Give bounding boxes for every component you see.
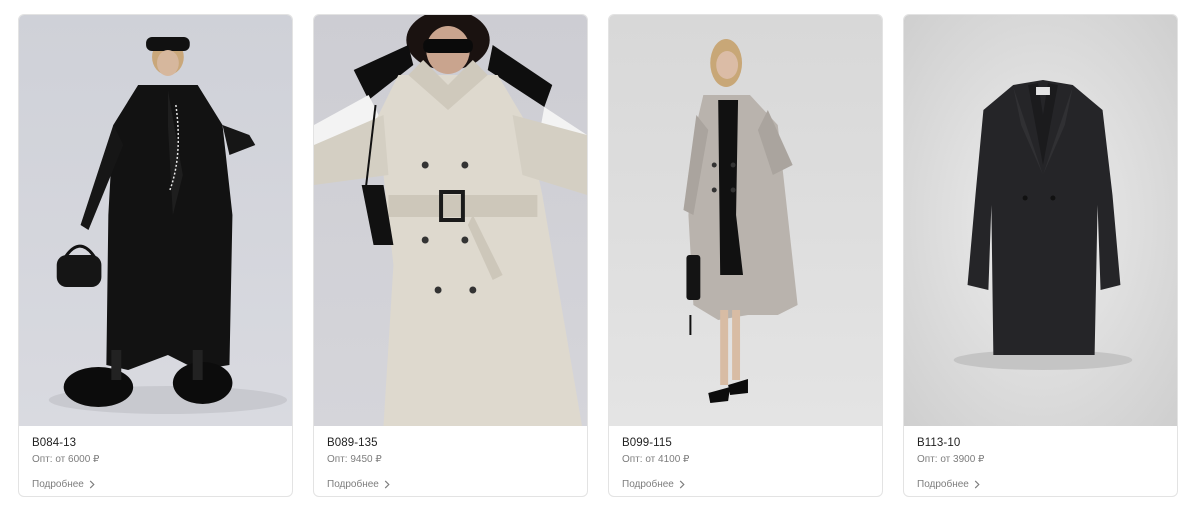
details-link[interactable]: Подробнее: [32, 478, 96, 491]
product-card[interactable]: B084-13 Опт: от 6000 ₽ Подробнее: [18, 14, 293, 497]
product-sku[interactable]: B084-13: [32, 436, 279, 450]
product-price: Опт: от 6000 ₽: [32, 454, 100, 465]
product-card[interactable]: B089-135 Опт: 9450 ₽ Подробнее: [313, 14, 588, 497]
product-card[interactable]: B113-10 Опт: от 3900 ₽ Подробнее: [903, 14, 1178, 497]
product-price: Опт: 9450 ₽: [327, 454, 382, 465]
product-photo[interactable]: [609, 15, 882, 426]
chevron-right-icon: [974, 480, 980, 489]
details-link[interactable]: Подробнее: [622, 478, 686, 491]
details-link[interactable]: Подробнее: [917, 478, 981, 491]
product-sku[interactable]: B113-10: [917, 436, 1164, 450]
product-sku[interactable]: B099-115: [622, 436, 869, 450]
chevron-right-icon: [384, 480, 390, 489]
details-link-label: Подробнее: [917, 479, 969, 490]
product-info: B099-115 Опт: от 4100 ₽ Подробнее: [609, 426, 882, 492]
details-link-label: Подробнее: [622, 479, 674, 490]
product-photo[interactable]: [904, 15, 1177, 426]
product-info: B084-13 Опт: от 6000 ₽ Подробнее: [19, 426, 292, 492]
product-grid: B084-13 Опт: от 6000 ₽ Подробнее B089-13…: [0, 0, 1200, 508]
product-price: Опт: от 3900 ₽: [917, 454, 985, 465]
details-link-label: Подробнее: [32, 479, 84, 490]
chevron-right-icon: [89, 480, 95, 489]
product-photo[interactable]: [314, 15, 587, 426]
product-info: B089-135 Опт: 9450 ₽ Подробнее: [314, 426, 587, 492]
chevron-right-icon: [679, 480, 685, 489]
product-info: B113-10 Опт: от 3900 ₽ Подробнее: [904, 426, 1177, 492]
product-sku[interactable]: B089-135: [327, 436, 574, 450]
product-price: Опт: от 4100 ₽: [622, 454, 690, 465]
product-card[interactable]: B099-115 Опт: от 4100 ₽ Подробнее: [608, 14, 883, 497]
product-photo[interactable]: [19, 15, 292, 426]
details-link[interactable]: Подробнее: [327, 478, 391, 491]
details-link-label: Подробнее: [327, 479, 379, 490]
